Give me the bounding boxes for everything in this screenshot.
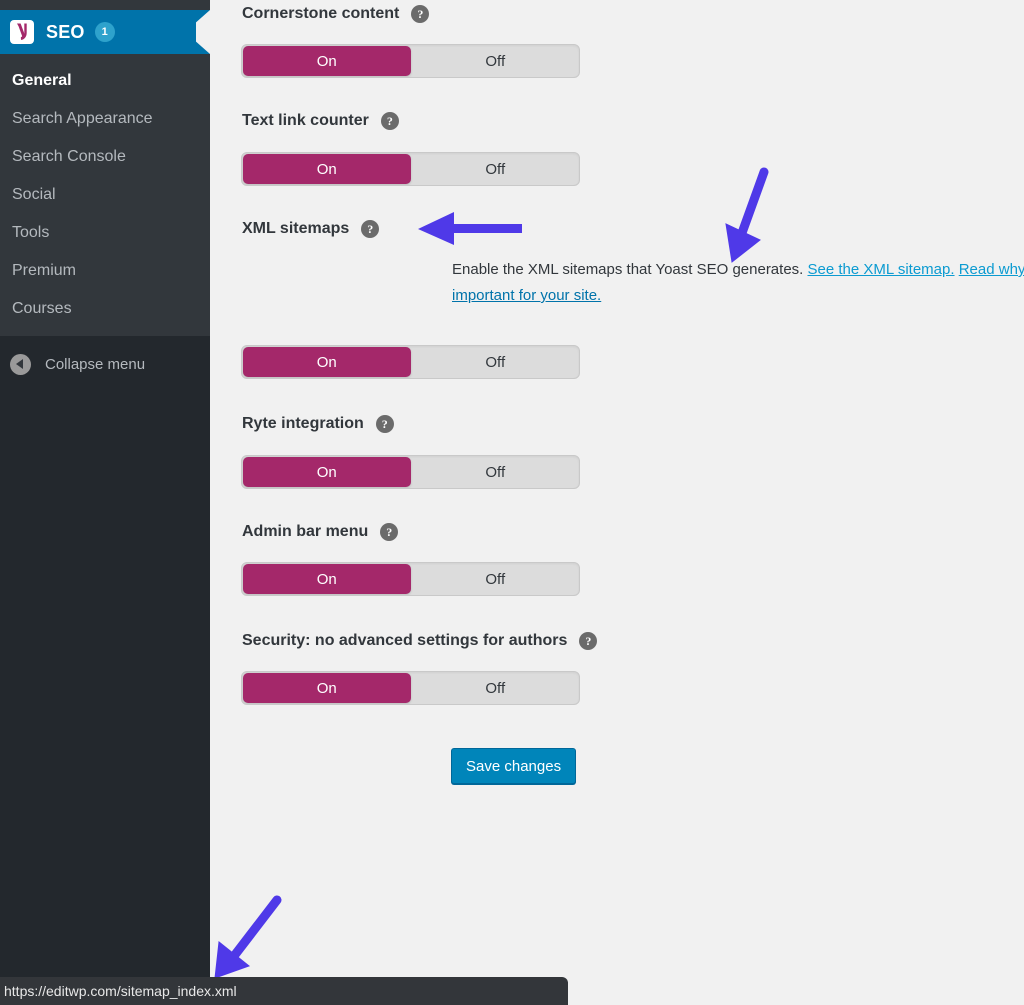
toggle-security-no-advanced-settings[interactable]: On Off [241, 671, 580, 705]
help-circle-icon[interactable]: ? [380, 523, 399, 541]
toggle-option-on[interactable]: On [243, 46, 411, 76]
setting-label-text-link-counter: Text link counter ? [242, 111, 399, 131]
setting-label-security-no-advanced-settings: Security: no advanced settings for autho… [242, 631, 598, 651]
toggle-xml-sitemaps[interactable]: On Off [241, 345, 580, 379]
xml-sitemaps-description-text: Enable the XML sitemaps that Yoast SEO g… [452, 261, 804, 278]
toggle-text-link-counter[interactable]: On Off [241, 152, 580, 186]
sidebar-brand-label: SEO [46, 21, 85, 42]
toggle-option-off[interactable]: Off [412, 45, 580, 77]
setting-label-cornerstone-content: Cornerstone content ? [242, 4, 430, 24]
toggle-option-on[interactable]: On [243, 673, 411, 703]
setting-label-xml-sitemaps: XML sitemaps ? [242, 219, 380, 239]
xml-sitemaps-description: Enable the XML sitemaps that Yoast SEO g… [452, 257, 1024, 309]
toggle-option-off[interactable]: Off [412, 672, 580, 704]
collapse-menu-label: Collapse menu [45, 355, 146, 373]
browser-status-bar: https://editwp.com/sitemap_index.xml [0, 977, 568, 1005]
sidebar-item-search-console[interactable]: Search Console [0, 138, 210, 176]
status-bar-url: https://editwp.com/sitemap_index.xml [4, 983, 237, 999]
help-circle-icon[interactable]: ? [411, 5, 430, 23]
yoast-logo-icon [10, 20, 34, 44]
toggle-option-on[interactable]: On [243, 154, 411, 184]
toggle-option-on[interactable]: On [243, 564, 411, 594]
sidebar-item-premium[interactable]: Premium [0, 252, 210, 290]
toggle-option-on[interactable]: On [243, 347, 411, 377]
collapse-left-icon [10, 353, 31, 375]
screen: SEO 1 General Search Appearance Search C… [0, 0, 1024, 1005]
sidebar-item-social[interactable]: Social [0, 176, 210, 214]
toggle-admin-bar-menu[interactable]: On Off [241, 562, 580, 596]
sidebar-item-tools[interactable]: Tools [0, 214, 210, 252]
sidebar: SEO 1 General Search Appearance Search C… [0, 0, 210, 1005]
toggle-ryte-integration[interactable]: On Off [241, 455, 580, 489]
read-why-xml-sitemaps-link[interactable]: Read why XML [959, 261, 1024, 278]
see-xml-sitemap-link[interactable]: See the XML sitemap. [808, 261, 955, 278]
toggle-option-off[interactable]: Off [412, 346, 580, 378]
sidebar-item-search-appearance[interactable]: Search Appearance [0, 100, 210, 138]
toggle-option-off[interactable]: Off [412, 563, 580, 595]
save-changes-button[interactable]: Save changes [451, 748, 577, 784]
setting-label-ryte-integration: Ryte integration ? [242, 414, 394, 434]
help-circle-icon[interactable]: ? [579, 632, 598, 650]
sidebar-menu: General Search Appearance Search Console… [0, 62, 210, 328]
help-circle-icon[interactable]: ? [380, 112, 399, 130]
toggle-option-on[interactable]: On [243, 457, 411, 487]
toggle-option-off[interactable]: Off [412, 153, 580, 185]
help-circle-icon[interactable]: ? [375, 415, 394, 433]
toggle-option-off[interactable]: Off [412, 456, 580, 488]
collapse-menu-button[interactable]: Collapse menu [0, 346, 210, 382]
sidebar-brand-badge: 1 [94, 22, 115, 42]
main-content: Cornerstone content ? On Off Text link c… [210, 0, 1024, 1005]
sidebar-item-courses[interactable]: Courses [0, 290, 210, 328]
sidebar-item-general[interactable]: General [0, 62, 210, 100]
sidebar-brand-header[interactable]: SEO 1 [0, 10, 210, 54]
setting-label-admin-bar-menu: Admin bar menu ? [242, 522, 399, 542]
help-circle-icon[interactable]: ? [361, 220, 380, 238]
sidebar-header-notch [196, 10, 210, 54]
toggle-cornerstone-content[interactable]: On Off [241, 44, 580, 78]
